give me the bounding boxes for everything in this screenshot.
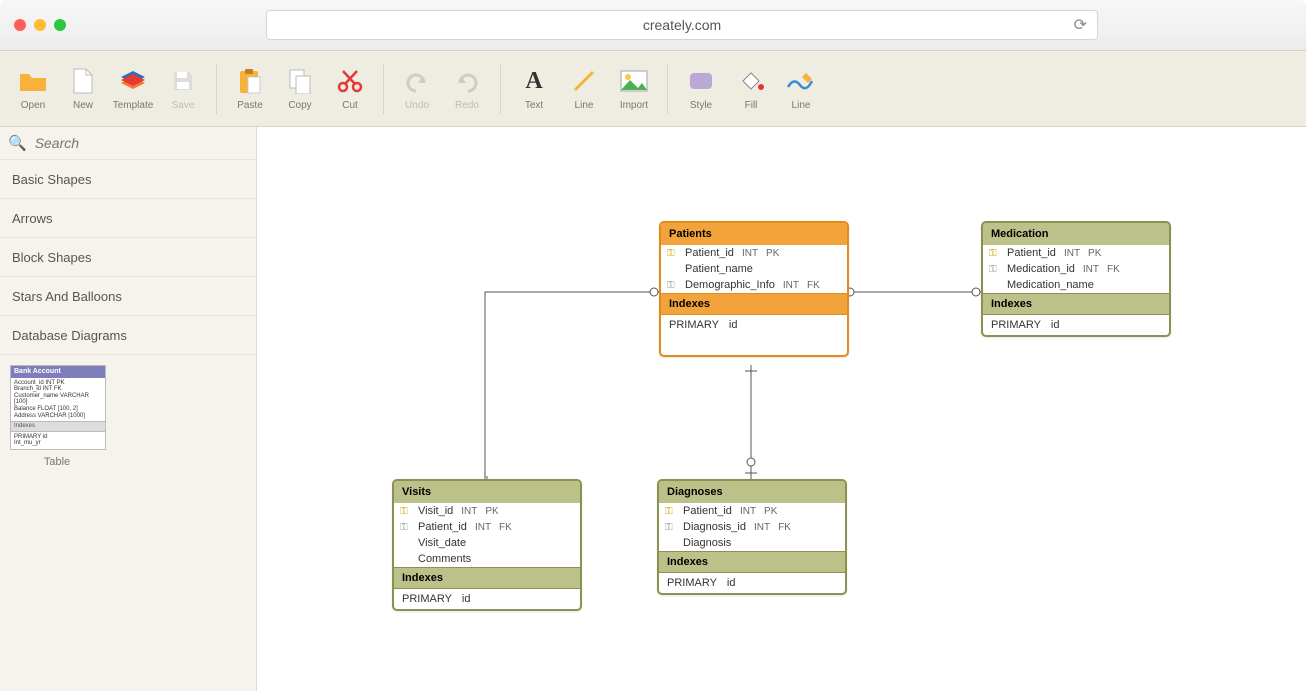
table-title: Visits (394, 481, 580, 503)
url-text: creately.com (643, 17, 721, 33)
sidebar: 🔍 Basic Shapes Arrows Block Shapes Stars… (0, 127, 257, 691)
table-shape-thumb[interactable]: Bank Account Account_id INT PK Branch_id… (10, 365, 106, 450)
copy-button[interactable]: Copy (275, 66, 325, 111)
sidebar-item-database-diagrams[interactable]: Database Diagrams (0, 316, 256, 355)
cut-button[interactable]: Cut (325, 66, 375, 111)
minimize-window-button[interactable] (34, 19, 46, 31)
key-icon: ⚿ (665, 506, 675, 517)
sidebar-item-basic-shapes[interactable]: Basic Shapes (0, 160, 256, 199)
window-controls (14, 19, 66, 31)
search-icon: 🔍 (8, 134, 27, 152)
table-row: ⚿Patient_idINTPK (661, 245, 847, 261)
image-icon (619, 66, 649, 96)
table-patients[interactable]: Patients ⚿Patient_idINTPK Patient_name ⚿… (659, 221, 849, 357)
pencil-line-icon (786, 66, 816, 96)
table-row: Medication_name (983, 277, 1169, 293)
search-input[interactable] (33, 134, 248, 152)
key-icon: ⚿ (665, 522, 675, 533)
table-row: ⚿Patient_idINTFK (394, 519, 580, 535)
address-bar[interactable]: creately.com ⟳ (266, 10, 1098, 40)
redo-icon (452, 66, 482, 96)
table-row: ⚿Diagnosis_idINTFK (659, 519, 845, 535)
save-button[interactable]: Save (158, 66, 208, 111)
sidebar-item-arrows[interactable]: Arrows (0, 199, 256, 238)
sidebar-item-block-shapes[interactable]: Block Shapes (0, 238, 256, 277)
toolbar: Open New Template Save Paste Copy Cut (0, 51, 1306, 127)
table-row: ⚿Visit_idINTPK (394, 503, 580, 519)
table-row: Comments (394, 551, 580, 567)
index-row: PRIMARYid (983, 315, 1169, 335)
import-button[interactable]: Import (609, 66, 659, 111)
separator (667, 64, 668, 114)
reload-icon[interactable]: ⟳ (1074, 15, 1087, 35)
save-icon (168, 66, 198, 96)
folder-icon (18, 66, 48, 96)
line-icon (569, 66, 599, 96)
palette-label: Table (10, 456, 104, 468)
key-icon: ⚿ (667, 248, 677, 259)
diagram-canvas[interactable]: Patients ⚿Patient_idINTPK Patient_name ⚿… (257, 127, 1306, 691)
stack-icon (118, 66, 148, 96)
separator (500, 64, 501, 114)
text-tool-button[interactable]: A Text (509, 66, 559, 111)
index-row: PRIMARYid (659, 573, 845, 593)
line-style-button[interactable]: Line (776, 66, 826, 111)
redo-button[interactable]: Redo (442, 66, 492, 111)
index-row: PRIMARYid (661, 315, 847, 335)
maximize-window-button[interactable] (54, 19, 66, 31)
indexes-header: Indexes (394, 567, 580, 589)
open-button[interactable]: Open (8, 66, 58, 111)
table-row: ⚿Patient_idINTPK (659, 503, 845, 519)
clipboard-icon (235, 66, 265, 96)
table-row: ⚿Demographic_InfoINTFK (661, 277, 847, 293)
sidebar-item-stars-balloons[interactable]: Stars And Balloons (0, 277, 256, 316)
new-button[interactable]: New (58, 66, 108, 111)
table-row: Visit_date (394, 535, 580, 551)
table-title: Diagnoses (659, 481, 845, 503)
key-icon: ⚿ (989, 248, 999, 259)
close-window-button[interactable] (14, 19, 26, 31)
indexes-header: Indexes (659, 551, 845, 573)
index-row: PRIMARYid (394, 589, 580, 609)
table-row: Diagnosis (659, 535, 845, 551)
copy-icon (285, 66, 315, 96)
undo-button[interactable]: Undo (392, 66, 442, 111)
separator (216, 64, 217, 114)
key-icon: ⚿ (989, 264, 999, 275)
search-row: 🔍 (0, 127, 256, 160)
template-button[interactable]: Template (108, 66, 158, 111)
indexes-header: Indexes (661, 293, 847, 315)
browser-chrome: creately.com ⟳ (0, 0, 1306, 51)
paste-button[interactable]: Paste (225, 66, 275, 111)
indexes-header: Indexes (983, 293, 1169, 315)
bucket-icon (736, 66, 766, 96)
separator (383, 64, 384, 114)
shape-palette: Bank Account Account_id INT PK Branch_id… (0, 355, 256, 691)
table-title: Patients (661, 223, 847, 245)
fill-button[interactable]: Fill (726, 66, 776, 111)
table-medication[interactable]: Medication ⚿Patient_idINTPK ⚿Medication_… (981, 221, 1171, 337)
table-diagnoses[interactable]: Diagnoses ⚿Patient_idINTPK ⚿Diagnosis_id… (657, 479, 847, 595)
key-icon: ⚿ (667, 280, 677, 291)
table-row: ⚿Medication_idINTFK (983, 261, 1169, 277)
table-row: ⚿Patient_idINTPK (983, 245, 1169, 261)
scissors-icon (335, 66, 365, 96)
key-icon: ⚿ (400, 506, 410, 517)
style-icon (686, 66, 716, 96)
style-button[interactable]: Style (676, 66, 726, 111)
text-icon: A (519, 66, 549, 96)
document-icon (68, 66, 98, 96)
table-visits[interactable]: Visits ⚿Visit_idINTPK ⚿Patient_idINTFK V… (392, 479, 582, 611)
undo-icon (402, 66, 432, 96)
table-row: Patient_name (661, 261, 847, 277)
table-title: Medication (983, 223, 1169, 245)
line-tool-button[interactable]: Line (559, 66, 609, 111)
key-icon: ⚿ (400, 522, 410, 533)
